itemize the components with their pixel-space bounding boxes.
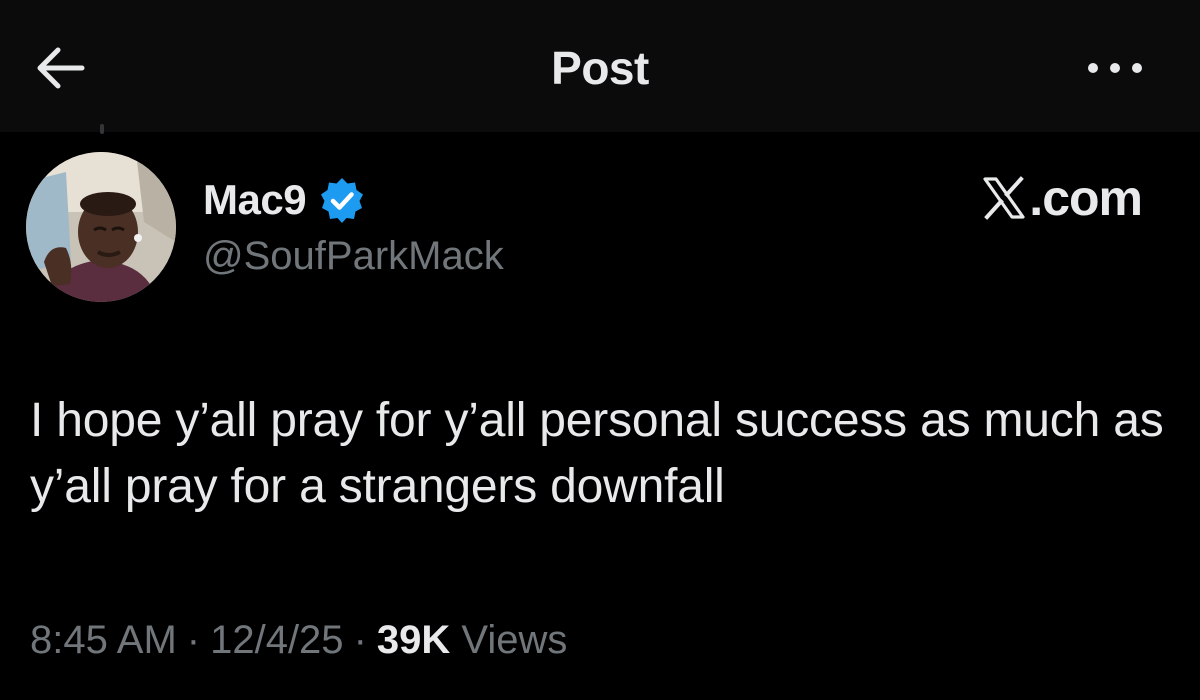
post-date[interactable]: 12/4/25 [210,618,343,662]
author-name-row[interactable]: Mac9 [203,174,366,226]
avatar[interactable] [26,152,176,302]
display-name: Mac9 [203,176,307,223]
views-link[interactable]: 39K Views [377,618,568,662]
page-title: Post [551,42,649,94]
separator-dot: · [186,618,201,662]
views-label: Views [461,618,568,662]
more-horizontal-icon [1088,63,1142,73]
x-dot-com-watermark: .com [981,170,1143,226]
author-handle[interactable]: @SoufParkMack [203,234,504,279]
separator-dot: · [353,618,367,662]
top-navigation-bar: Post [0,0,1200,132]
verified-badge-icon [321,178,364,223]
views-count: 39K [376,618,451,662]
more-options-button[interactable] [1080,50,1150,86]
post-time[interactable]: 8:45 AM [30,618,177,662]
post-body-text: I hope y’all pray for y’all personal suc… [30,394,1164,513]
watermark-text: .com [1029,170,1143,226]
post-metadata: 8:45 AM · 12/4/25 · 39K Views [30,618,567,663]
profile-photo [26,152,176,302]
x-logo-icon [983,176,1025,220]
thread-connector-line [100,124,104,134]
